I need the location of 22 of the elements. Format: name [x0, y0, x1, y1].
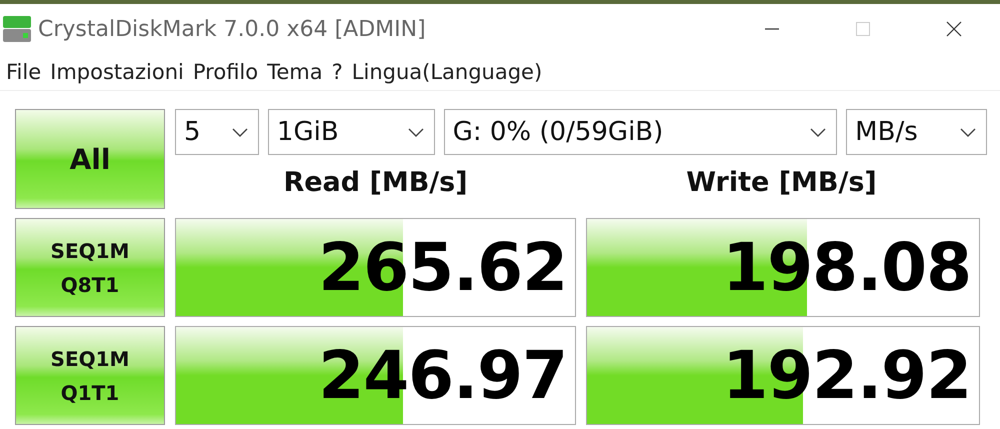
chevron-icon	[232, 128, 248, 136]
test-button[interactable]: SEQ1M Q8T1	[15, 218, 165, 317]
menu-item[interactable]: Tema	[267, 60, 323, 84]
chevron-icon	[960, 128, 976, 136]
dropdown[interactable]: G: 0% (0/59GiB)	[444, 109, 838, 155]
window-title: CrystalDiskMark 7.0.0 x64 [ADMIN]	[38, 16, 426, 42]
close-icon[interactable]	[946, 21, 962, 37]
test-button[interactable]: SEQ1M Q1T1	[15, 326, 165, 425]
chevron-icon	[810, 128, 826, 136]
all-button[interactable]: All	[15, 109, 165, 209]
menu-item[interactable]: File	[6, 60, 42, 84]
column-header: Write [MB/s]	[685, 166, 878, 198]
dropdown[interactable]: 5	[175, 109, 259, 155]
dropdown[interactable]: 1GiB	[268, 109, 435, 155]
menu-item[interactable]: Lingua(Language)	[352, 60, 542, 84]
menu-item[interactable]: Impostazioni	[50, 60, 184, 84]
menu-item[interactable]: Profilo	[192, 60, 258, 84]
column-header: Read [MB/s]	[282, 166, 469, 198]
menu-item[interactable]: ?	[332, 60, 343, 84]
dropdown[interactable]: MB/s	[846, 109, 987, 155]
chevron-icon	[408, 128, 424, 136]
app-icon	[2, 14, 32, 44]
